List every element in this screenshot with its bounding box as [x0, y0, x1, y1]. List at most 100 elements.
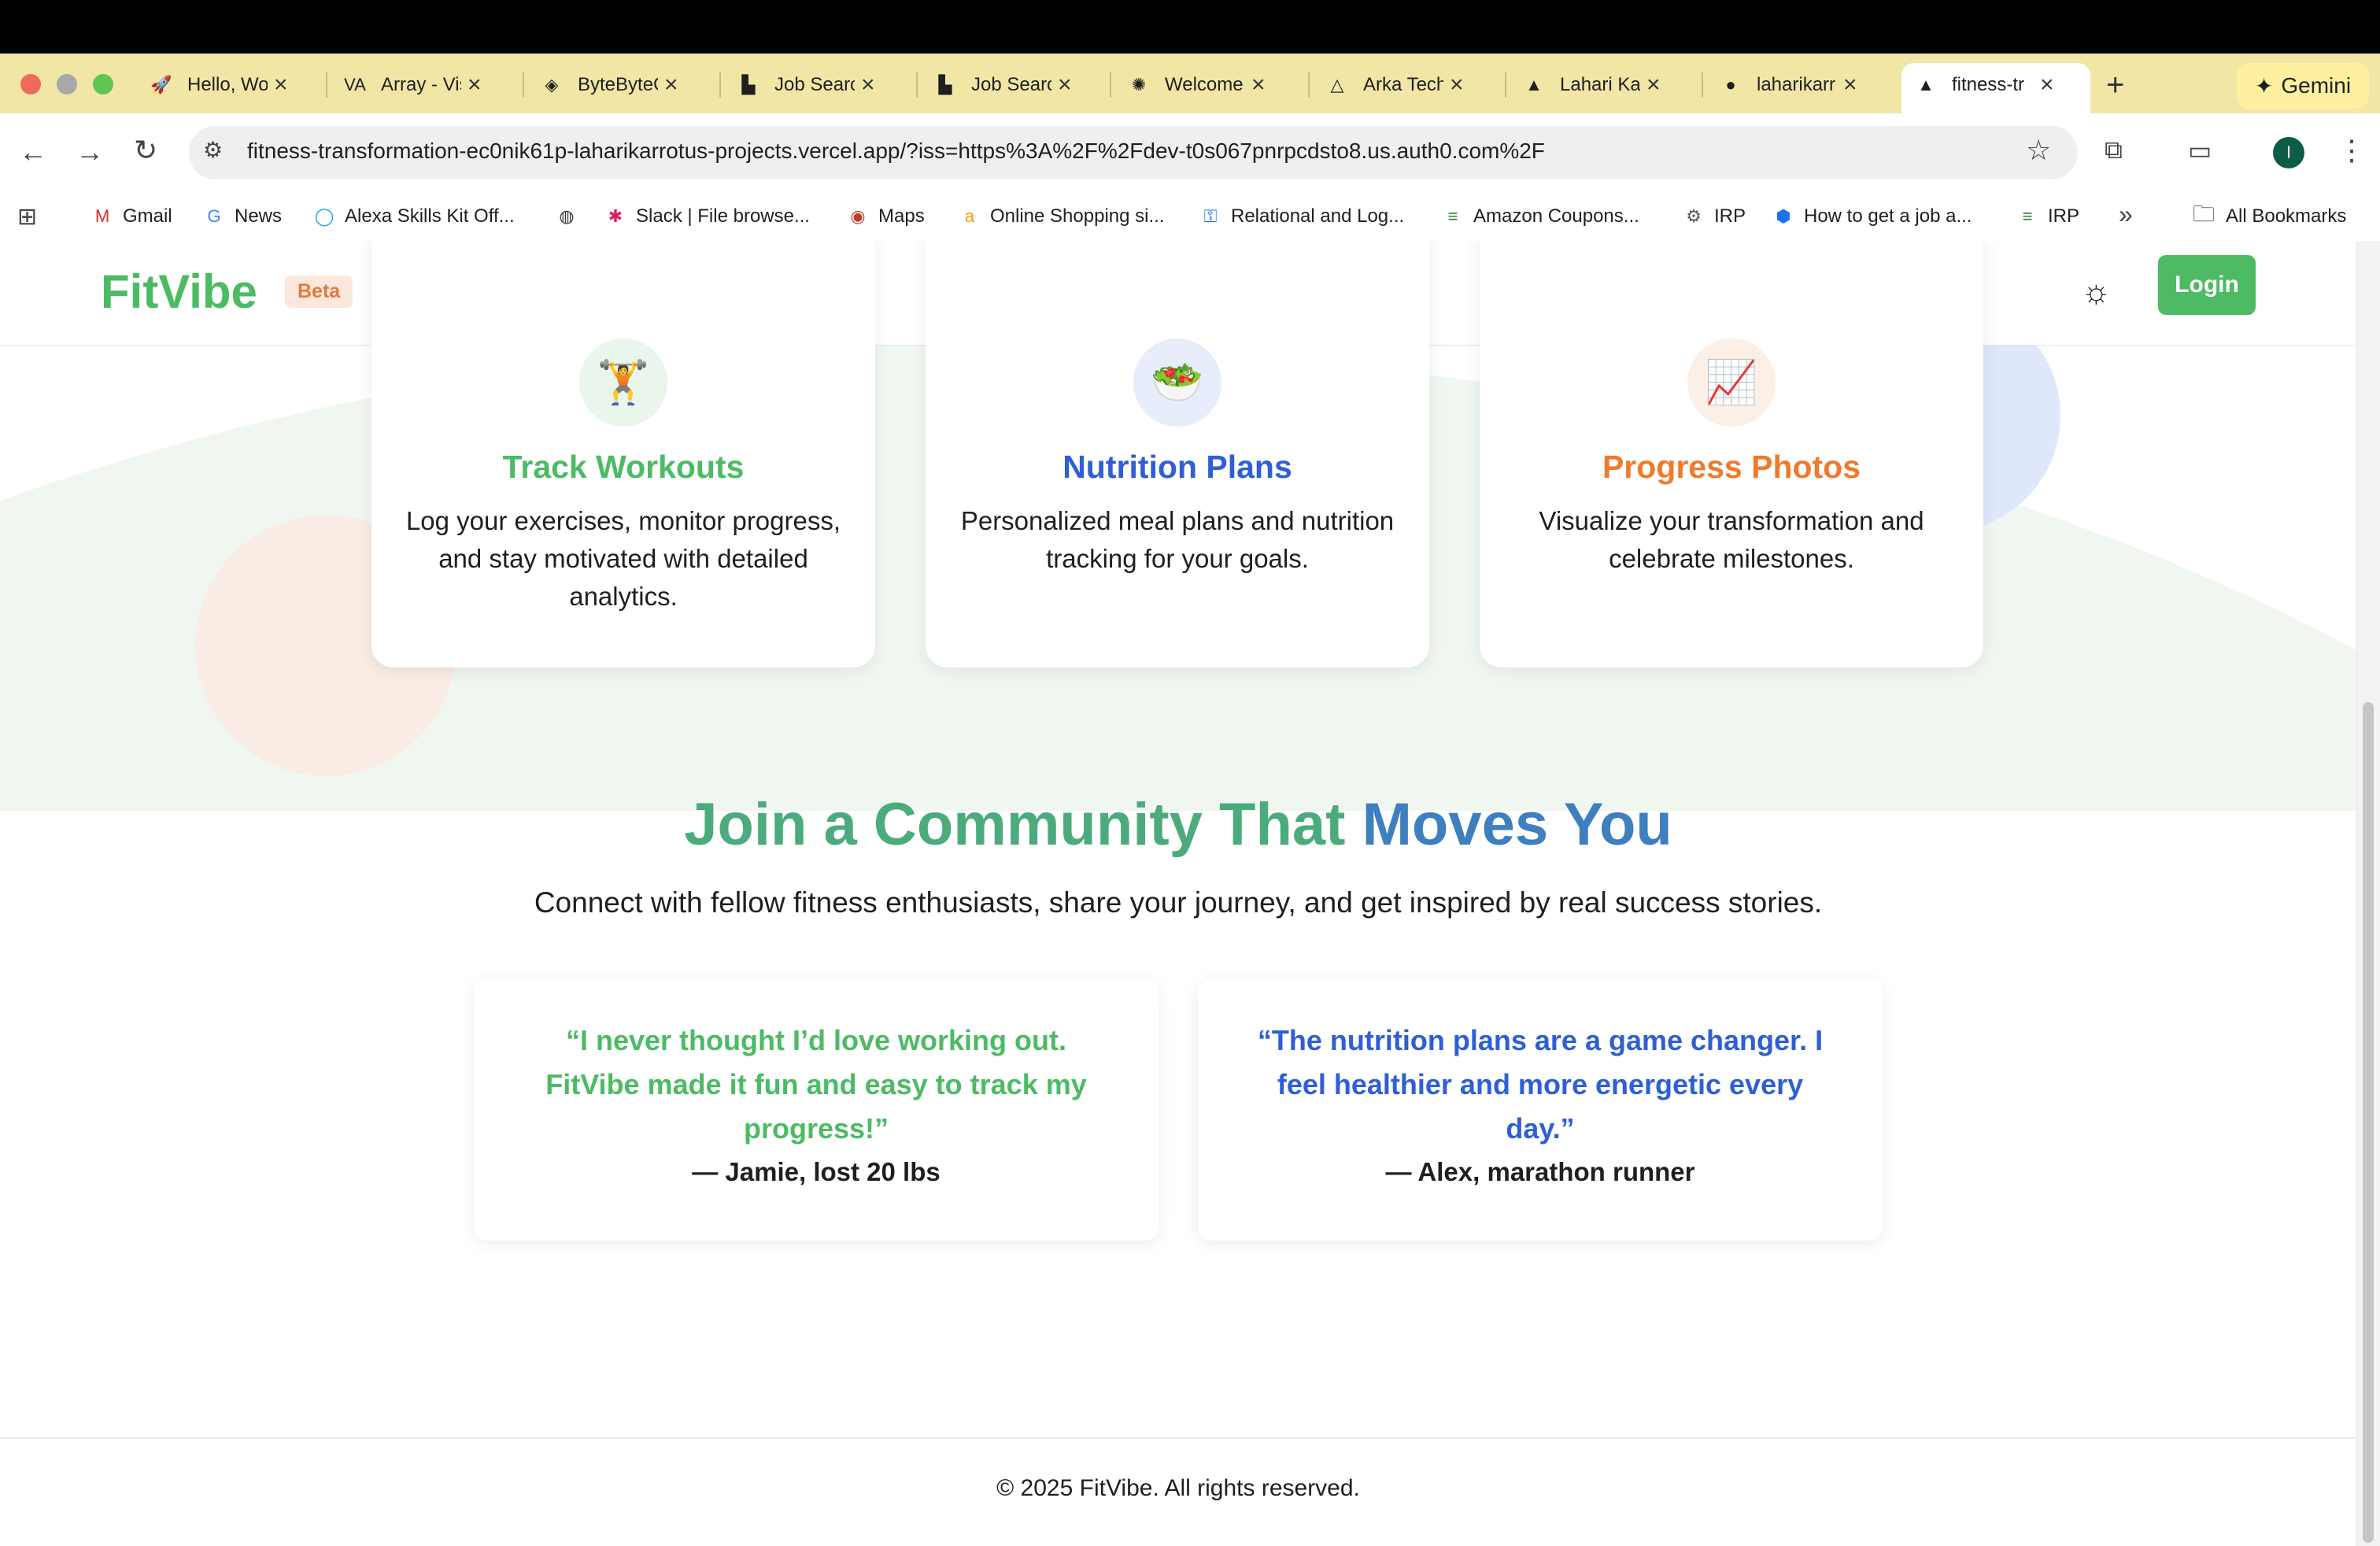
bookmark-item[interactable]: ≡ IRP [2016, 202, 2079, 231]
site-info-icon[interactable]: ⚙ [203, 137, 223, 163]
tab-separator [1702, 72, 1703, 98]
bookmark-label: Slack | File browse... [636, 205, 810, 227]
tab-label: Job Search [774, 74, 855, 95]
tab-close-icon[interactable]: × [274, 72, 288, 98]
bookmark-label: How to get a job a... [1804, 205, 1972, 227]
tab-close-icon[interactable]: × [861, 72, 875, 98]
tab-label: Welcome [1165, 74, 1244, 95]
bookmark-label: Alexa Skills Kit Off... [345, 205, 515, 227]
tab-close-icon[interactable]: × [1450, 72, 1464, 98]
media-icon[interactable]: ▭ [2188, 135, 2212, 165]
all-bookmarks-button[interactable]: 🗀 All Bookmarks [2193, 202, 2346, 231]
job-search-icon: ▙ [938, 75, 952, 94]
job-search-icon: ▙ [741, 75, 756, 94]
community-heading-part2: Moves You [1362, 791, 1672, 858]
feature-description: Visualize your transformation and celebr… [1539, 506, 1924, 573]
apps-grid-icon[interactable]: ⊞ [17, 203, 37, 231]
rocket-icon: 🚀 [150, 75, 172, 94]
visualgo-icon: VA [344, 75, 366, 94]
site-logo[interactable]: FitVibe [101, 264, 257, 319]
bookmark-item[interactable]: ✱ Slack | File browse... [604, 202, 810, 231]
close-window-button[interactable] [20, 74, 41, 94]
bookmark-icon: ⚙ [1686, 206, 1702, 226]
new-tab-button[interactable]: + [2106, 63, 2124, 107]
testimonial-author: — Alex, marathon runner [1385, 1157, 1695, 1186]
theme-toggle-sun-icon[interactable]: ☼ [2081, 272, 2112, 310]
community-subtitle: Connect with fellow fitness enthusiasts,… [534, 886, 1823, 919]
feature-description: Personalized meal plans and nutrition tr… [960, 506, 1395, 573]
bookmark-item[interactable]: ≡ Amazon Coupons... [1442, 202, 1639, 231]
bookmark-item[interactable]: ⚿ Relational and Log... [1199, 202, 1405, 231]
more-bookmarks-button[interactable]: » [2119, 200, 2133, 229]
page-content: FitVibe Beta ☼ Login 🏋 Track Workouts Log … [0, 241, 2356, 1546]
vercel-icon: ▲ [1917, 75, 1935, 94]
bytebytego-icon: ◈ [545, 75, 559, 94]
community-heading: Join a Community That Moves You [0, 790, 2356, 859]
bookmark-icon: a [964, 206, 975, 226]
gemini-button[interactable]: ✦ Gemini [2237, 63, 2369, 109]
bookmark-item[interactable]: M Gmail [91, 202, 172, 231]
browser-tab[interactable]: △ Arka Tech × [1325, 63, 1464, 107]
extensions-icon[interactable]: ⧉ [2105, 135, 2123, 165]
bookmark-label: Maps [878, 205, 925, 227]
tab-separator [326, 72, 327, 98]
bookmark-item[interactable]: ⚙ IRP [1683, 202, 1746, 231]
tab-close-icon[interactable]: × [2040, 72, 2054, 98]
tab-close-icon[interactable]: × [1843, 72, 1857, 98]
bookmark-item[interactable]: G News [203, 202, 282, 231]
browser-tab[interactable]: ▙ Job Search × [737, 63, 875, 107]
bookmark-label: Gmail [123, 205, 172, 227]
bookmark-item[interactable]: ◯ Alexa Skills Kit Off... [313, 202, 515, 231]
browser-tab[interactable]: ● laharikarr × [1719, 63, 1857, 107]
weightlifter-icon: 🏋 [579, 338, 667, 427]
bookmark-icon: ≡ [1447, 206, 1458, 226]
testimonial-card: “I never thought I’d love working out. F… [474, 979, 1159, 1241]
browser-tab[interactable]: ▲ fitness-tr × [1914, 63, 2054, 107]
tab-separator [523, 72, 524, 98]
testimonial-author: — Jamie, lost 20 lbs [692, 1157, 941, 1186]
forward-button[interactable]: → [76, 135, 104, 168]
back-button[interactable]: ← [19, 135, 47, 168]
tab-separator [1110, 72, 1111, 98]
footer-copyright: © 2025 FitVibe. All rights reserved. [996, 1475, 1360, 1501]
testimonial-quote: “The nutrition plans are a game changer.… [1257, 1024, 1824, 1145]
browser-tab[interactable]: ▲ Lahari Ka × [1522, 63, 1661, 107]
bookmark-item[interactable]: ◍ [556, 202, 587, 231]
bookmark-item[interactable]: ◉ Maps [847, 202, 925, 231]
bookmark-icon: ✱ [608, 206, 623, 226]
scrollbar-thumb[interactable] [2363, 702, 2374, 1543]
tab-close-icon[interactable]: × [1251, 72, 1266, 98]
folder-icon: 🗀 [2193, 202, 2216, 226]
browser-tab[interactable]: ◈ ByteByteGo × [540, 63, 678, 107]
profile-avatar[interactable]: I [2273, 137, 2304, 168]
all-bookmarks-label: All Bookmarks [2226, 205, 2347, 227]
url-text[interactable]: fitness-transformation-ec0nik61p-laharik… [247, 139, 1545, 164]
bookmark-icon: ⬢ [1776, 206, 1791, 226]
feature-card: 🥗 Nutrition Plans Personalized meal plans … [926, 241, 1429, 668]
menu-icon[interactable]: ⋮ [2338, 134, 2366, 167]
bookmark-item[interactable]: ⬢ How to get a job a... [1772, 202, 1972, 231]
reload-button[interactable]: ↻ [134, 134, 157, 167]
browser-tab[interactable]: 🚀 Hello, World × [150, 63, 288, 107]
salad-icon: 🥗 [1133, 338, 1221, 427]
browser-tab[interactable]: ✺ Welcome × [1127, 63, 1266, 107]
tab-close-icon[interactable]: × [664, 72, 678, 98]
bookmark-label: Relational and Log... [1231, 205, 1405, 227]
tab-close-icon[interactable]: × [1646, 72, 1661, 98]
bookmark-label: IRP [1714, 205, 1746, 227]
tab-separator [719, 72, 721, 98]
feature-title: Track Workouts [502, 449, 745, 485]
bookmark-star-icon[interactable]: ☆ [2026, 134, 2051, 167]
tab-close-icon[interactable]: × [468, 72, 482, 98]
minimize-window-button[interactable] [57, 74, 77, 94]
browser-tab[interactable]: VA Array - Visualgo × [343, 63, 482, 107]
tab-separator [1505, 72, 1506, 98]
bookmark-icon: ◉ [850, 206, 866, 226]
bookmark-item[interactable]: a Online Shopping si... [959, 202, 1165, 231]
maximize-window-button[interactable] [93, 74, 113, 94]
browser-tab[interactable]: ▙ Job Search × [933, 63, 1072, 107]
feature-title: Progress Photos [1602, 449, 1861, 485]
login-button[interactable]: Login [2158, 255, 2256, 315]
tab-close-icon[interactable]: × [1058, 72, 1072, 98]
tab-label: Lahari Ka [1560, 74, 1640, 95]
